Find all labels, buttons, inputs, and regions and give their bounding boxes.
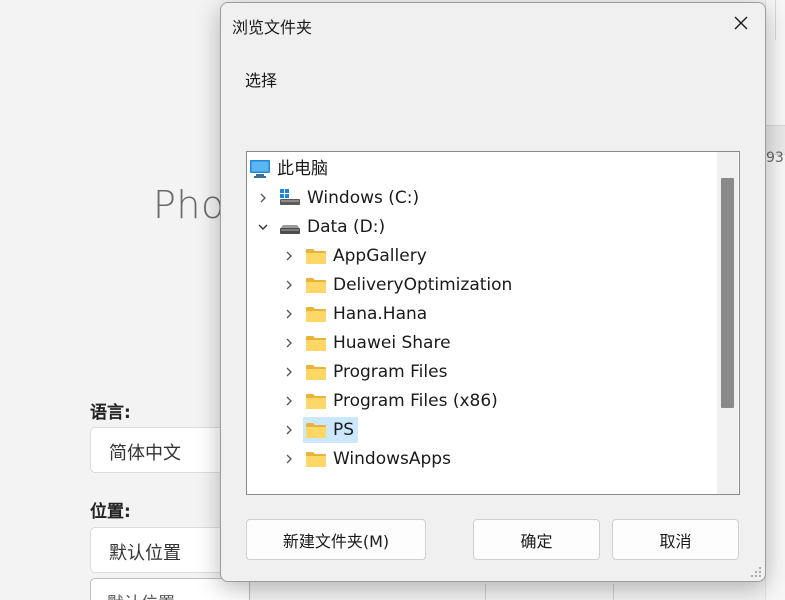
language-label: 语言: xyxy=(90,403,131,423)
tree-item-content: Huawei Share xyxy=(303,330,455,356)
divider xyxy=(485,584,486,600)
folder-icon xyxy=(305,392,327,410)
folder-icon xyxy=(305,305,327,323)
app-title: Pho xyxy=(153,183,225,227)
folder-icon xyxy=(305,247,327,265)
dialog-titlebar[interactable]: 浏览文件夹 xyxy=(221,3,765,43)
tree-item-label: DeliveryOptimization xyxy=(333,274,513,295)
tree-item-label: 此电脑 xyxy=(277,158,328,179)
chevron-right-icon[interactable] xyxy=(281,364,297,380)
chevron-right-icon[interactable] xyxy=(281,277,297,293)
chevron-right-icon[interactable] xyxy=(281,451,297,467)
tree-item[interactable]: PS xyxy=(247,415,717,444)
tree-item-label: Program Files (x86) xyxy=(333,390,498,411)
resize-grip-icon[interactable] xyxy=(750,566,762,578)
tree-item[interactable]: Data (D:) xyxy=(247,212,717,241)
tree-item-label: Data (D:) xyxy=(307,216,386,237)
chevron-right-icon[interactable] xyxy=(281,422,297,438)
tree-item-content: Program Files xyxy=(303,359,451,385)
tree-item-label: Windows (C:) xyxy=(307,187,420,208)
drive-icon xyxy=(279,217,301,237)
tree-item-content: Program Files (x86) xyxy=(303,388,502,414)
divider xyxy=(775,0,776,40)
tree-item[interactable]: DeliveryOptimization xyxy=(247,270,717,299)
new-folder-button[interactable]: 新建文件夹(M) xyxy=(246,519,426,560)
side-panel xyxy=(765,0,785,600)
chevron-right-icon[interactable] xyxy=(281,393,297,409)
vertical-scrollbar[interactable] xyxy=(717,152,738,494)
tree-item-content: Data (D:) xyxy=(277,214,389,240)
folder-icon xyxy=(305,334,327,352)
tree-item-label: AppGallery xyxy=(333,245,427,266)
dialog-description: 选择 xyxy=(245,71,278,90)
folder-icon xyxy=(305,421,327,439)
tree-item-label: PS xyxy=(333,419,355,440)
folder-icon xyxy=(305,276,327,294)
side-panel-value: 93 xyxy=(766,150,784,166)
tree-item[interactable]: Hana.Hana xyxy=(247,299,717,328)
tree-item-label: Program Files xyxy=(333,361,448,382)
folder-icon xyxy=(305,450,327,468)
tree-item-label: Huawei Share xyxy=(333,332,451,353)
dialog-title: 浏览文件夹 xyxy=(232,18,313,37)
tree-item-content: 此电脑 xyxy=(247,156,332,182)
windows-drive-icon xyxy=(279,188,301,208)
tree-item[interactable]: Program Files xyxy=(247,357,717,386)
folder-icon xyxy=(305,363,327,381)
tree-item-content: DeliveryOptimization xyxy=(303,272,516,298)
tree-item[interactable]: WindowsApps xyxy=(247,444,717,473)
tree-item-content: PS xyxy=(303,416,359,443)
ok-button[interactable]: 确定 xyxy=(473,519,600,560)
chevron-right-icon[interactable] xyxy=(281,306,297,322)
tree-item[interactable]: AppGallery xyxy=(247,241,717,270)
computer-icon xyxy=(249,159,271,179)
tree-item-content: Hana.Hana xyxy=(303,301,431,327)
scroll-down-button[interactable] xyxy=(717,474,738,494)
tree-item-content: Windows (C:) xyxy=(277,185,423,211)
browse-folder-dialog: 浏览文件夹 选择 此电脑 Windows (C:) Data (D:) AppGall… xyxy=(220,2,766,582)
folder-tree[interactable]: 此电脑 Windows (C:) Data (D:) AppGallery Delive… xyxy=(246,151,740,495)
tree-item-label: WindowsApps xyxy=(333,448,451,469)
chevron-right-icon[interactable] xyxy=(255,190,271,206)
location-label: 位置: xyxy=(90,502,131,522)
close-icon xyxy=(734,16,748,30)
scroll-thumb[interactable] xyxy=(721,178,734,408)
scroll-up-button[interactable] xyxy=(717,152,738,172)
tree-item[interactable]: Huawei Share xyxy=(247,328,717,357)
tree-item-content: AppGallery xyxy=(303,243,431,269)
chevron-right-icon[interactable] xyxy=(281,248,297,264)
divider xyxy=(613,584,614,600)
chevron-right-icon[interactable] xyxy=(281,335,297,351)
tree-item[interactable]: Windows (C:) xyxy=(247,183,717,212)
tree-item-content: WindowsApps xyxy=(303,446,455,472)
cancel-button[interactable]: 取消 xyxy=(612,519,739,560)
chevron-down-icon[interactable] xyxy=(255,219,271,235)
tree-item[interactable]: 此电脑 xyxy=(247,154,717,183)
tree-item-label: Hana.Hana xyxy=(333,303,428,324)
close-button[interactable] xyxy=(723,8,759,38)
tree-item[interactable]: Program Files (x86) xyxy=(247,386,717,415)
